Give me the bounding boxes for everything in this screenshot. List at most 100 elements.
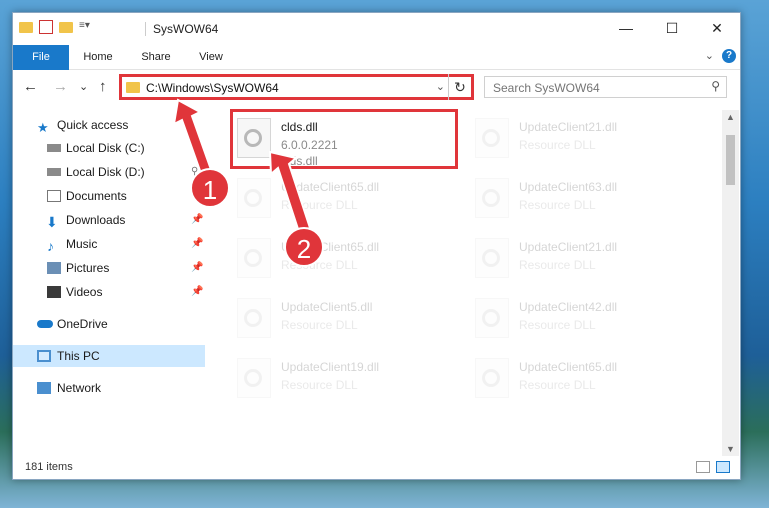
gear-icon bbox=[482, 369, 500, 387]
file-name: UpdateClient65.dll bbox=[519, 360, 618, 374]
dll-file-icon bbox=[475, 118, 509, 158]
music-icon: ♪ bbox=[47, 238, 54, 254]
file-name: UpdateClient42.dll bbox=[519, 300, 618, 314]
scrollbar-thumb[interactable] bbox=[726, 135, 735, 185]
file-item[interactable]: UpdateClient19.dll Resource DLL bbox=[233, 354, 463, 410]
cloud-icon bbox=[37, 320, 53, 328]
address-bar[interactable]: C:\Windows\SysWOW64 ⌄ ↻ bbox=[119, 74, 474, 100]
drive-icon bbox=[47, 168, 61, 176]
tab-share[interactable]: Share bbox=[131, 45, 181, 69]
file-item[interactable]: UpdateClient5.dll Resource DLL bbox=[233, 294, 463, 350]
file-item[interactable]: UpdateClient21.dll Resource DLL bbox=[471, 234, 701, 290]
file-item[interactable]: UpdateClient63.dll Resource DLL bbox=[471, 174, 701, 230]
pin-icon[interactable]: 📌 bbox=[191, 209, 203, 231]
new-folder-icon[interactable] bbox=[59, 21, 73, 33]
videos-icon bbox=[47, 286, 61, 298]
file-item[interactable]: UpdateClient65.dll Resource DLL bbox=[471, 354, 701, 410]
gear-icon bbox=[244, 309, 262, 327]
pin-icon[interactable]: 📌 bbox=[191, 257, 203, 279]
gear-icon bbox=[482, 189, 500, 207]
star-icon: ★ bbox=[37, 120, 49, 135]
file-name: UpdateClient63.dll bbox=[519, 180, 618, 194]
pin-icon[interactable]: 📌 bbox=[191, 233, 203, 255]
sidebar-item-label: Downloads bbox=[66, 213, 126, 227]
maximize-button[interactable]: ☐ bbox=[649, 13, 695, 43]
sidebar-item-label: Network bbox=[57, 381, 102, 395]
minimize-button[interactable]: — bbox=[603, 13, 649, 43]
sidebar-item-videos[interactable]: Videos 📌 bbox=[13, 281, 205, 303]
sidebar-item-label: This PC bbox=[57, 349, 100, 363]
file-name: UpdateClient21.dll bbox=[519, 120, 618, 134]
dll-file-icon bbox=[237, 238, 271, 278]
tab-home[interactable]: Home bbox=[73, 45, 123, 69]
search-box[interactable]: ⚲ bbox=[484, 76, 727, 98]
dll-file-icon bbox=[475, 298, 509, 338]
gear-icon bbox=[244, 369, 262, 387]
sidebar-item-documents[interactable]: Documents ⚲ bbox=[13, 185, 205, 207]
pin-icon[interactable]: 📌 bbox=[191, 281, 203, 303]
sidebar-item-label: Documents bbox=[66, 189, 127, 203]
step-badge-1: 1 bbox=[190, 168, 230, 208]
explorer-window: ≡▾ SysWOW64 — ☐ ✕ File Home Share View ⌄… bbox=[12, 12, 741, 480]
window-title: SysWOW64 bbox=[153, 22, 219, 36]
file-item[interactable]: UpdateClient42.dll Resource DLL bbox=[471, 294, 701, 350]
drive-icon bbox=[47, 144, 61, 152]
quick-access-toolbar: ≡▾ bbox=[19, 20, 93, 34]
status-bar: 181 items bbox=[13, 458, 740, 478]
sidebar-item-local-disk-c[interactable]: Local Disk (C:) ⚲ bbox=[13, 137, 205, 159]
gear-icon bbox=[482, 309, 500, 327]
ribbon: File Home Share View ⌄ ? bbox=[13, 45, 740, 101]
navigation-pane: ★ Quick access Local Disk (C:) ⚲ Local D… bbox=[13, 110, 205, 456]
customize-toolbar-icon[interactable]: ≡▾ bbox=[79, 20, 93, 34]
dll-file-icon bbox=[475, 358, 509, 398]
address-dropdown-icon[interactable]: ⌄ bbox=[436, 80, 445, 93]
sidebar-item-label: Quick access bbox=[57, 118, 129, 132]
large-icons-view-icon[interactable] bbox=[716, 461, 730, 473]
sidebar-item-label: OneDrive bbox=[57, 317, 108, 331]
file-item[interactable]: UpdateClient21.dll Resource DLL bbox=[471, 114, 701, 170]
properties-icon[interactable] bbox=[39, 20, 53, 34]
search-icon[interactable]: ⚲ bbox=[711, 79, 720, 93]
help-icon[interactable]: ? bbox=[722, 49, 736, 63]
sidebar-item-network[interactable]: Network bbox=[13, 377, 205, 399]
folder-icon bbox=[19, 21, 33, 33]
details-view-icon[interactable] bbox=[696, 461, 710, 473]
recent-locations-button[interactable]: ⌄ bbox=[79, 80, 88, 93]
pin-icon[interactable]: ⚲ bbox=[191, 137, 198, 159]
dll-file-icon bbox=[237, 178, 271, 218]
folder-icon bbox=[126, 82, 140, 93]
dll-file-icon bbox=[475, 238, 509, 278]
up-button[interactable]: ↑ bbox=[99, 78, 107, 95]
item-count: 181 items bbox=[25, 461, 73, 473]
refresh-button[interactable]: ↻ bbox=[448, 74, 471, 100]
sidebar-item-local-disk-d[interactable]: Local Disk (D:) ⚲ bbox=[13, 161, 205, 183]
sidebar-item-music[interactable]: ♪ Music 📌 bbox=[13, 233, 205, 255]
file-name: UpdateClient21.dll bbox=[519, 240, 618, 254]
sidebar-item-onedrive[interactable]: OneDrive bbox=[13, 313, 205, 335]
gear-icon bbox=[482, 129, 500, 147]
scroll-down-icon[interactable]: ▼ bbox=[726, 444, 735, 454]
scroll-up-icon[interactable]: ▲ bbox=[726, 112, 735, 122]
file-name: UpdateClient5.dll bbox=[281, 300, 373, 314]
sidebar-item-this-pc[interactable]: This PC bbox=[13, 345, 205, 367]
download-icon: ⬇ bbox=[46, 214, 58, 230]
close-button[interactable]: ✕ bbox=[694, 13, 740, 43]
vertical-scrollbar[interactable]: ▲ ▼ bbox=[722, 110, 739, 456]
sidebar-item-label: Videos bbox=[66, 285, 103, 299]
forward-button[interactable]: → bbox=[53, 78, 68, 95]
sidebar-item-quick-access[interactable]: ★ Quick access bbox=[13, 114, 205, 136]
back-button[interactable]: ← bbox=[23, 78, 38, 95]
dll-file-icon bbox=[237, 298, 271, 338]
tab-view[interactable]: View bbox=[189, 45, 233, 69]
file-highlight-box bbox=[230, 109, 458, 169]
search-input[interactable] bbox=[491, 79, 695, 97]
expand-ribbon-icon[interactable]: ⌄ bbox=[705, 49, 714, 62]
dll-file-icon bbox=[237, 358, 271, 398]
sidebar-item-pictures[interactable]: Pictures 📌 bbox=[13, 257, 205, 279]
gear-icon bbox=[244, 249, 262, 267]
address-path[interactable]: C:\Windows\SysWOW64 bbox=[146, 81, 279, 95]
sidebar-item-downloads[interactable]: ⬇ Downloads 📌 bbox=[13, 209, 205, 231]
file-item[interactable]: UpdateClient65.dll Resource DLL bbox=[233, 234, 463, 290]
file-description: Resource DLL bbox=[519, 318, 596, 332]
file-item[interactable]: UpdateClient65.dll Resource DLL bbox=[233, 174, 463, 230]
